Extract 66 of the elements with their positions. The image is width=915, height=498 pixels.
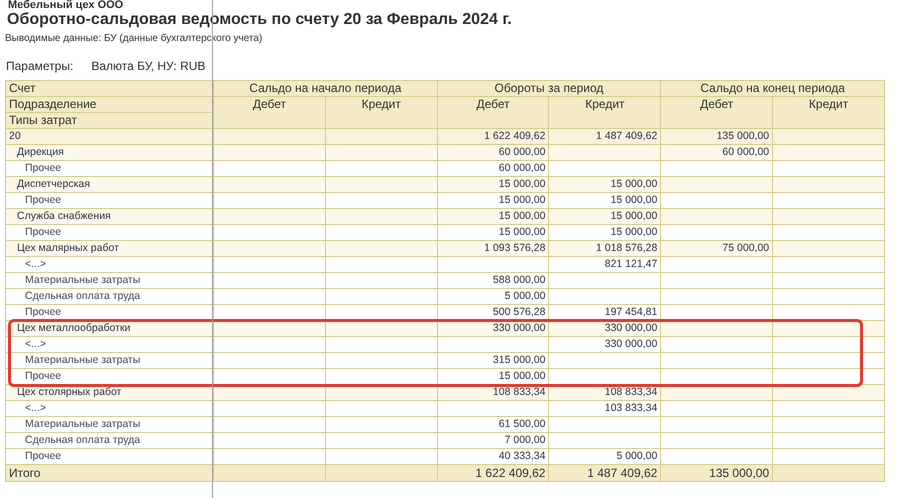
column-header: Дебет <box>660 96 773 128</box>
column-header: Дебет <box>214 96 326 128</box>
total-amount-cell: 135 000,00 <box>660 464 773 482</box>
report-title: Оборотно-сальдовая ведомость по счету 20 за Февраль 2024 г. <box>6 11 513 29</box>
amount-cell: 1 487 409,62 <box>548 128 661 144</box>
amount-cell: 15 000,00 <box>548 192 661 208</box>
row-label: Цех малярных работ <box>6 240 214 256</box>
row-label: Прочее <box>6 192 214 208</box>
amount-cell: 588 000,00 <box>437 272 549 288</box>
amount-cell: 1 622 409,62 <box>437 128 549 144</box>
row-label: <...> <box>6 256 214 272</box>
amount-cell: 15 000,00 <box>437 368 549 384</box>
amount-cell: 15 000,00 <box>548 176 661 192</box>
amount-cell: 60 000,00 <box>660 144 773 160</box>
row-label: Материальные затраты <box>6 352 214 368</box>
row-label: Дирекция <box>6 144 214 160</box>
column-header: Кредит <box>548 96 661 128</box>
row-label: Сдельная оплата труда <box>6 432 214 448</box>
amount-cell: 75 000,00 <box>660 240 773 256</box>
amount-cell: 15 000,00 <box>548 224 661 240</box>
amount-cell: 5 000,00 <box>548 448 661 464</box>
parameters-value: Валюта БУ, НУ: RUB <box>91 59 206 73</box>
row-label: Прочее <box>6 448 214 464</box>
row-label: Диспетчерская <box>6 176 214 192</box>
column-header: Кредит <box>772 96 884 128</box>
total-amount-cell: 1 622 409,62 <box>437 464 549 482</box>
column-group-header: Обороты за период <box>437 80 661 96</box>
row-label: <...> <box>6 336 214 352</box>
amount-cell: 15 000,00 <box>548 208 661 224</box>
column-header: Дебет <box>437 96 549 128</box>
output-data-note: Выводимые данные: БУ (данные бухгалтерского учета) <box>5 32 264 45</box>
row-label: Служба снабжения <box>6 208 214 224</box>
column-group-header: Сальдо на конец периода <box>660 80 884 96</box>
column-header: Кредит <box>325 96 438 128</box>
row-label: Прочее <box>6 160 214 176</box>
amount-cell: 15 000,00 <box>437 208 549 224</box>
organization-name: Мебельный цех ООО <box>7 0 124 11</box>
column-group-header: Сальдо на начало периода <box>214 80 438 96</box>
amount-cell: 103 833,34 <box>548 400 661 416</box>
row-label: Материальные затраты <box>6 272 214 288</box>
amount-cell: 135 000,00 <box>660 128 773 144</box>
amount-cell: 315 000,00 <box>437 352 549 368</box>
amount-cell: 1 018 576,28 <box>548 240 661 256</box>
amount-cell: 7 000,00 <box>437 432 549 448</box>
amount-cell: 40 333,34 <box>437 448 549 464</box>
row-label: Прочее <box>6 224 214 240</box>
amount-cell: 330 000,00 <box>548 336 661 352</box>
column-header: Счет <box>6 80 214 96</box>
column-header: Типы затрат <box>6 112 214 128</box>
row-label: 20 <box>6 128 214 144</box>
amount-cell: 61 500,00 <box>437 416 549 432</box>
column-header: Подразделение <box>6 96 214 112</box>
total-amount-cell: 1 487 409,62 <box>548 464 661 482</box>
amount-cell: 15 000,00 <box>437 224 549 240</box>
row-label: Материальные затраты <box>6 416 214 432</box>
amount-cell: 5 000,00 <box>437 288 549 304</box>
parameters-label: Параметры: <box>6 59 74 73</box>
amount-cell: 60 000,00 <box>437 144 549 160</box>
totals-label: Итого <box>6 464 214 482</box>
row-label: <...> <box>6 400 214 416</box>
row-label: Сдельная оплата труда <box>6 288 214 304</box>
amount-cell: 15 000,00 <box>437 176 549 192</box>
amount-cell: 1 093 576,28 <box>437 240 549 256</box>
amount-cell: 15 000,00 <box>437 192 549 208</box>
amount-cell: 60 000,00 <box>437 160 549 176</box>
amount-cell: 821 121,47 <box>548 256 661 272</box>
